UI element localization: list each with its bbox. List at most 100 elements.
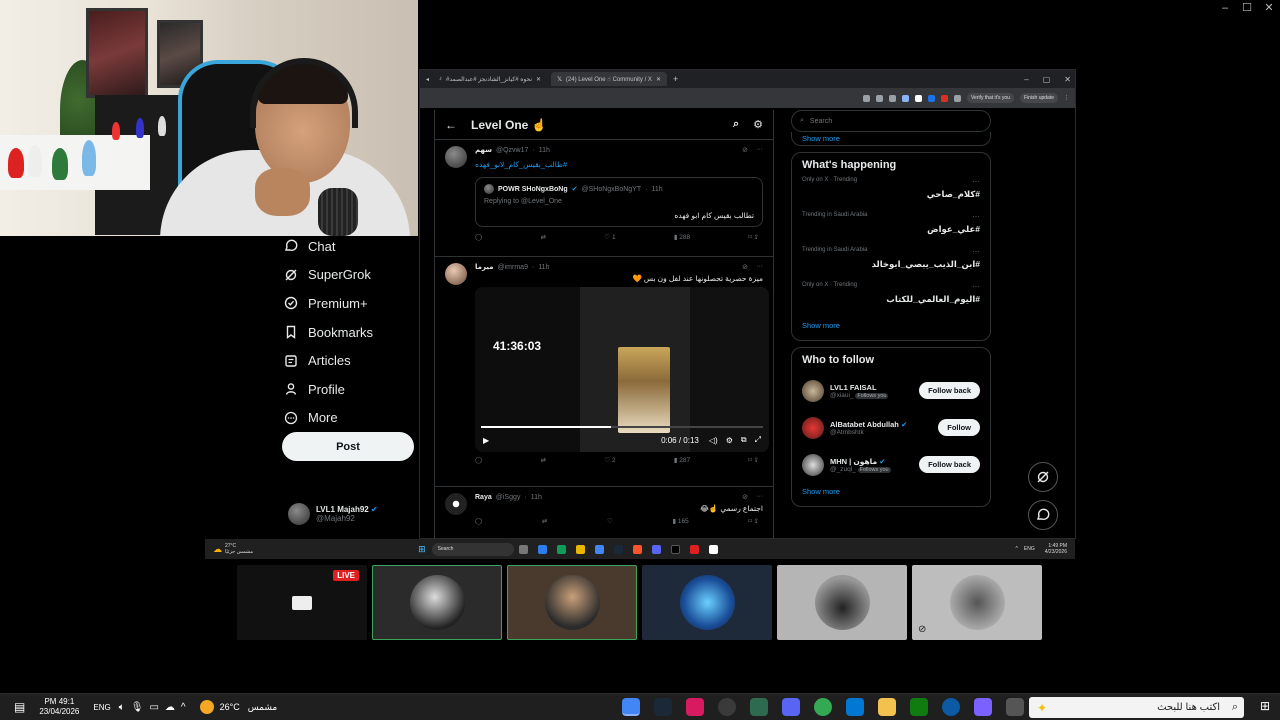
close-icon[interactable]: ✕ — [1064, 75, 1071, 84]
follow-suggestion[interactable]: MHN | ماهون ✔ @_zuql_ Follows you Follow… — [802, 446, 980, 483]
views-icon[interactable]: ▮ 165 — [672, 517, 688, 525]
volume-icon[interactable]: ◁) — [709, 436, 718, 445]
video-player[interactable]: 41:36:03 ▶ 0:06 / 0:13 ◁) ⚙ ⧉ ⤢ — [475, 287, 769, 452]
bookmark-icon[interactable]: ⌑ ⇪ — [748, 517, 759, 525]
nav-item-bookmarks[interactable]: Bookmarks — [283, 318, 433, 347]
follow-suggestion[interactable]: AlBatabet Abdullah ✔ @Atmbshtk Follow — [802, 409, 980, 446]
discord-icon[interactable] — [782, 698, 801, 716]
x-app-icon[interactable] — [708, 544, 718, 554]
menu-dots-icon[interactable]: ⋮ — [1064, 95, 1069, 101]
views-icon[interactable]: ▮ 287 — [674, 456, 690, 464]
minimize-icon[interactable]: – — [1024, 75, 1028, 84]
tab-close-icon[interactable]: ✕ — [656, 76, 661, 83]
browser-tab-active[interactable]: 𝕏 (24) Level One ☝ Community / X ✕ — [551, 72, 667, 86]
tab-close-icon[interactable]: ✕ — [536, 76, 541, 83]
task-view-icon[interactable] — [1006, 698, 1025, 716]
minimize-icon[interactable]: – — [1214, 0, 1236, 16]
account-switcher[interactable]: LVL1 Majah92 ✔ @Majah92 ··· — [288, 499, 428, 529]
nav-item-premium[interactable]: Premium+ — [283, 289, 433, 318]
search-icon[interactable]: ⌕ — [733, 118, 739, 131]
follow-suggestion[interactable]: LVL1 FAISAL @xiaui_ Follows you Follow b… — [802, 372, 980, 409]
language-indicator[interactable]: ENG — [93, 703, 110, 712]
windows-start-icon[interactable]: ⊞ — [418, 544, 426, 555]
repost-icon[interactable]: ⇄ — [541, 456, 546, 464]
store-icon[interactable] — [910, 698, 929, 716]
steam-icon[interactable] — [654, 698, 673, 716]
participant-tile[interactable] — [642, 565, 772, 640]
browser-tab[interactable]: ♪ #نحوه #كيانز_الشادنجز #عبدالصمد ✕ — [433, 72, 547, 86]
chrome-icon[interactable] — [814, 698, 833, 716]
participant-tile[interactable]: LIVE — [237, 565, 367, 640]
like-icon[interactable]: ♡ 2 — [604, 456, 615, 464]
copilot-icon[interactable] — [974, 698, 993, 716]
discord-icon[interactable] — [651, 544, 661, 554]
pip-icon[interactable]: ⧉ — [741, 435, 747, 445]
more-dots-icon[interactable]: ··· — [756, 146, 763, 154]
grok-icon[interactable]: ⊘ — [742, 263, 748, 271]
app-icon[interactable] — [686, 698, 705, 716]
brave-icon[interactable] — [632, 544, 642, 554]
grok-icon[interactable]: ⊘ — [742, 146, 748, 154]
search-input[interactable]: ⌕ Search — [791, 110, 991, 132]
mail-icon[interactable] — [846, 698, 865, 716]
more-dots-icon[interactable]: ··· — [972, 177, 980, 186]
network-icon[interactable]: ▭ — [149, 702, 158, 713]
extension-icon[interactable] — [901, 94, 909, 102]
play-icon[interactable]: ▶ — [483, 436, 489, 445]
grok-icon[interactable]: ⊘ — [742, 493, 748, 501]
cloud-icon[interactable]: ☁ — [165, 702, 175, 713]
repost-icon[interactable]: ⇄ — [542, 517, 547, 525]
tray-chevron-icon[interactable]: ^ — [1016, 546, 1018, 552]
repost-icon[interactable]: ⇄ — [541, 233, 546, 241]
tweet[interactable]: سهم @Qzvw17 · 11h ⊘ ··· #طالب_بقيس_كام_لا… — [435, 140, 773, 257]
zoom-icon[interactable] — [862, 94, 870, 102]
fullscreen-icon[interactable]: ⤢ — [755, 435, 761, 445]
quote-tweet[interactable]: POWR SHoNgxBoNg ✔ @SHoNgxBoNgYT · 11h Re… — [475, 177, 763, 227]
chrome-icon[interactable] — [622, 698, 641, 716]
gear-icon[interactable]: ⚙ — [753, 118, 763, 131]
nav-item-articles[interactable]: Articles — [283, 346, 433, 375]
task-view-icon[interactable] — [518, 544, 528, 554]
trend-item[interactable]: Trending in Saudi Arabia ··· #ابن_الذيب_… — [802, 247, 980, 282]
microphone-icon[interactable]: 🎙︎ — [131, 702, 144, 713]
tray-chevron-icon[interactable]: ^ — [181, 702, 186, 713]
bookmark-icon[interactable]: ⌑ ⇪ — [748, 456, 759, 464]
hashtag-link[interactable]: #طالب_بقيس_كام_لانو_فهده — [475, 160, 567, 169]
edge-icon[interactable] — [942, 698, 961, 716]
extension-icon[interactable] — [940, 94, 948, 102]
participant-tile[interactable] — [507, 565, 637, 640]
follow-back-button[interactable]: Follow back — [919, 382, 980, 399]
more-dots-icon[interactable]: ··· — [972, 212, 980, 221]
participant-tile[interactable]: ⊘ — [912, 565, 1042, 640]
post-button[interactable]: Post — [282, 432, 414, 461]
follow-back-button[interactable]: Follow back — [919, 456, 980, 473]
bookmark-icon[interactable]: ⌑ ⇪ — [748, 233, 759, 241]
file-explorer-icon[interactable] — [878, 698, 897, 716]
reply-icon[interactable]: ◯ — [475, 456, 482, 464]
language-indicator[interactable]: ENG — [1024, 546, 1035, 552]
settings-icon[interactable]: ⚙ — [726, 436, 733, 445]
chrome-icon[interactable] — [594, 544, 604, 554]
trend-item[interactable]: Trending in Saudi Arabia ··· #علي_عواض — [802, 212, 980, 247]
verify-pill[interactable]: Verify that it's you — [966, 93, 1014, 103]
video-progress-bar[interactable] — [481, 426, 763, 428]
messages-fab-icon[interactable] — [1028, 500, 1058, 530]
windows-start-icon[interactable]: ⊞ — [1260, 699, 1270, 713]
tweet[interactable]: Raya @iSggy · 11h ⊘ ··· اجتماع رسمي ☝️😂 ◯… — [435, 487, 773, 540]
app-icon[interactable] — [689, 544, 699, 554]
steam-icon[interactable] — [613, 544, 623, 554]
maximize-icon[interactable]: ☐ — [1236, 0, 1258, 16]
search-input[interactable]: Search — [431, 542, 514, 556]
app-icon[interactable] — [718, 698, 737, 716]
participant-tile[interactable] — [372, 565, 502, 640]
follow-button[interactable]: Follow — [938, 419, 980, 436]
back-arrow-icon[interactable]: ← — [445, 118, 457, 132]
views-icon[interactable]: ▮ 288 — [674, 233, 690, 241]
reply-icon[interactable]: ◯ — [475, 233, 482, 241]
extension-icon[interactable] — [927, 94, 935, 102]
file-explorer-icon[interactable] — [575, 544, 585, 554]
more-dots-icon[interactable]: ··· — [756, 493, 763, 501]
show-more-link[interactable]: Show more — [791, 132, 991, 146]
nav-item-more[interactable]: More — [283, 404, 433, 433]
nav-item-chat[interactable]: Chat — [283, 232, 433, 261]
